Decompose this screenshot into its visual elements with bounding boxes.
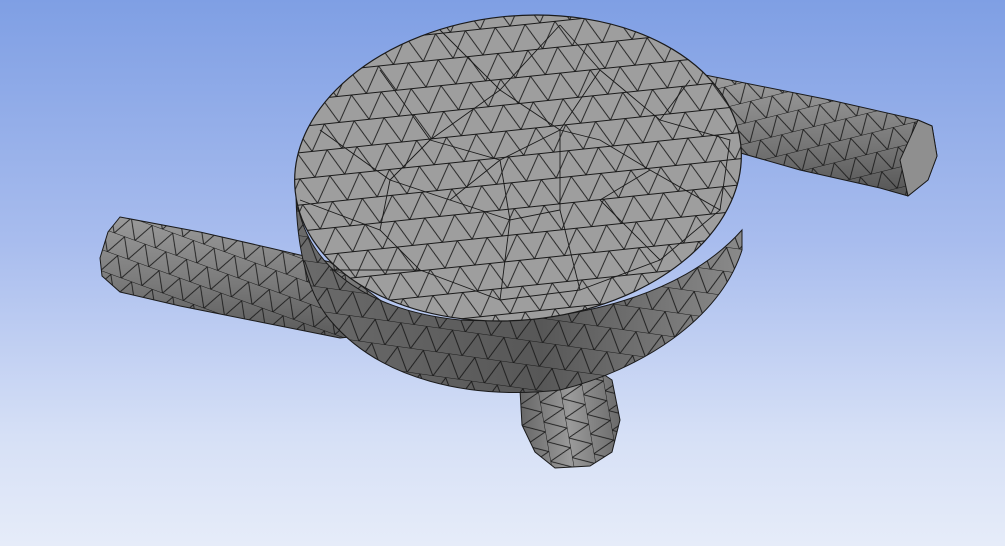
graphics-viewport[interactable] <box>0 0 1005 546</box>
mesh-model-canvas[interactable] <box>0 0 1005 546</box>
